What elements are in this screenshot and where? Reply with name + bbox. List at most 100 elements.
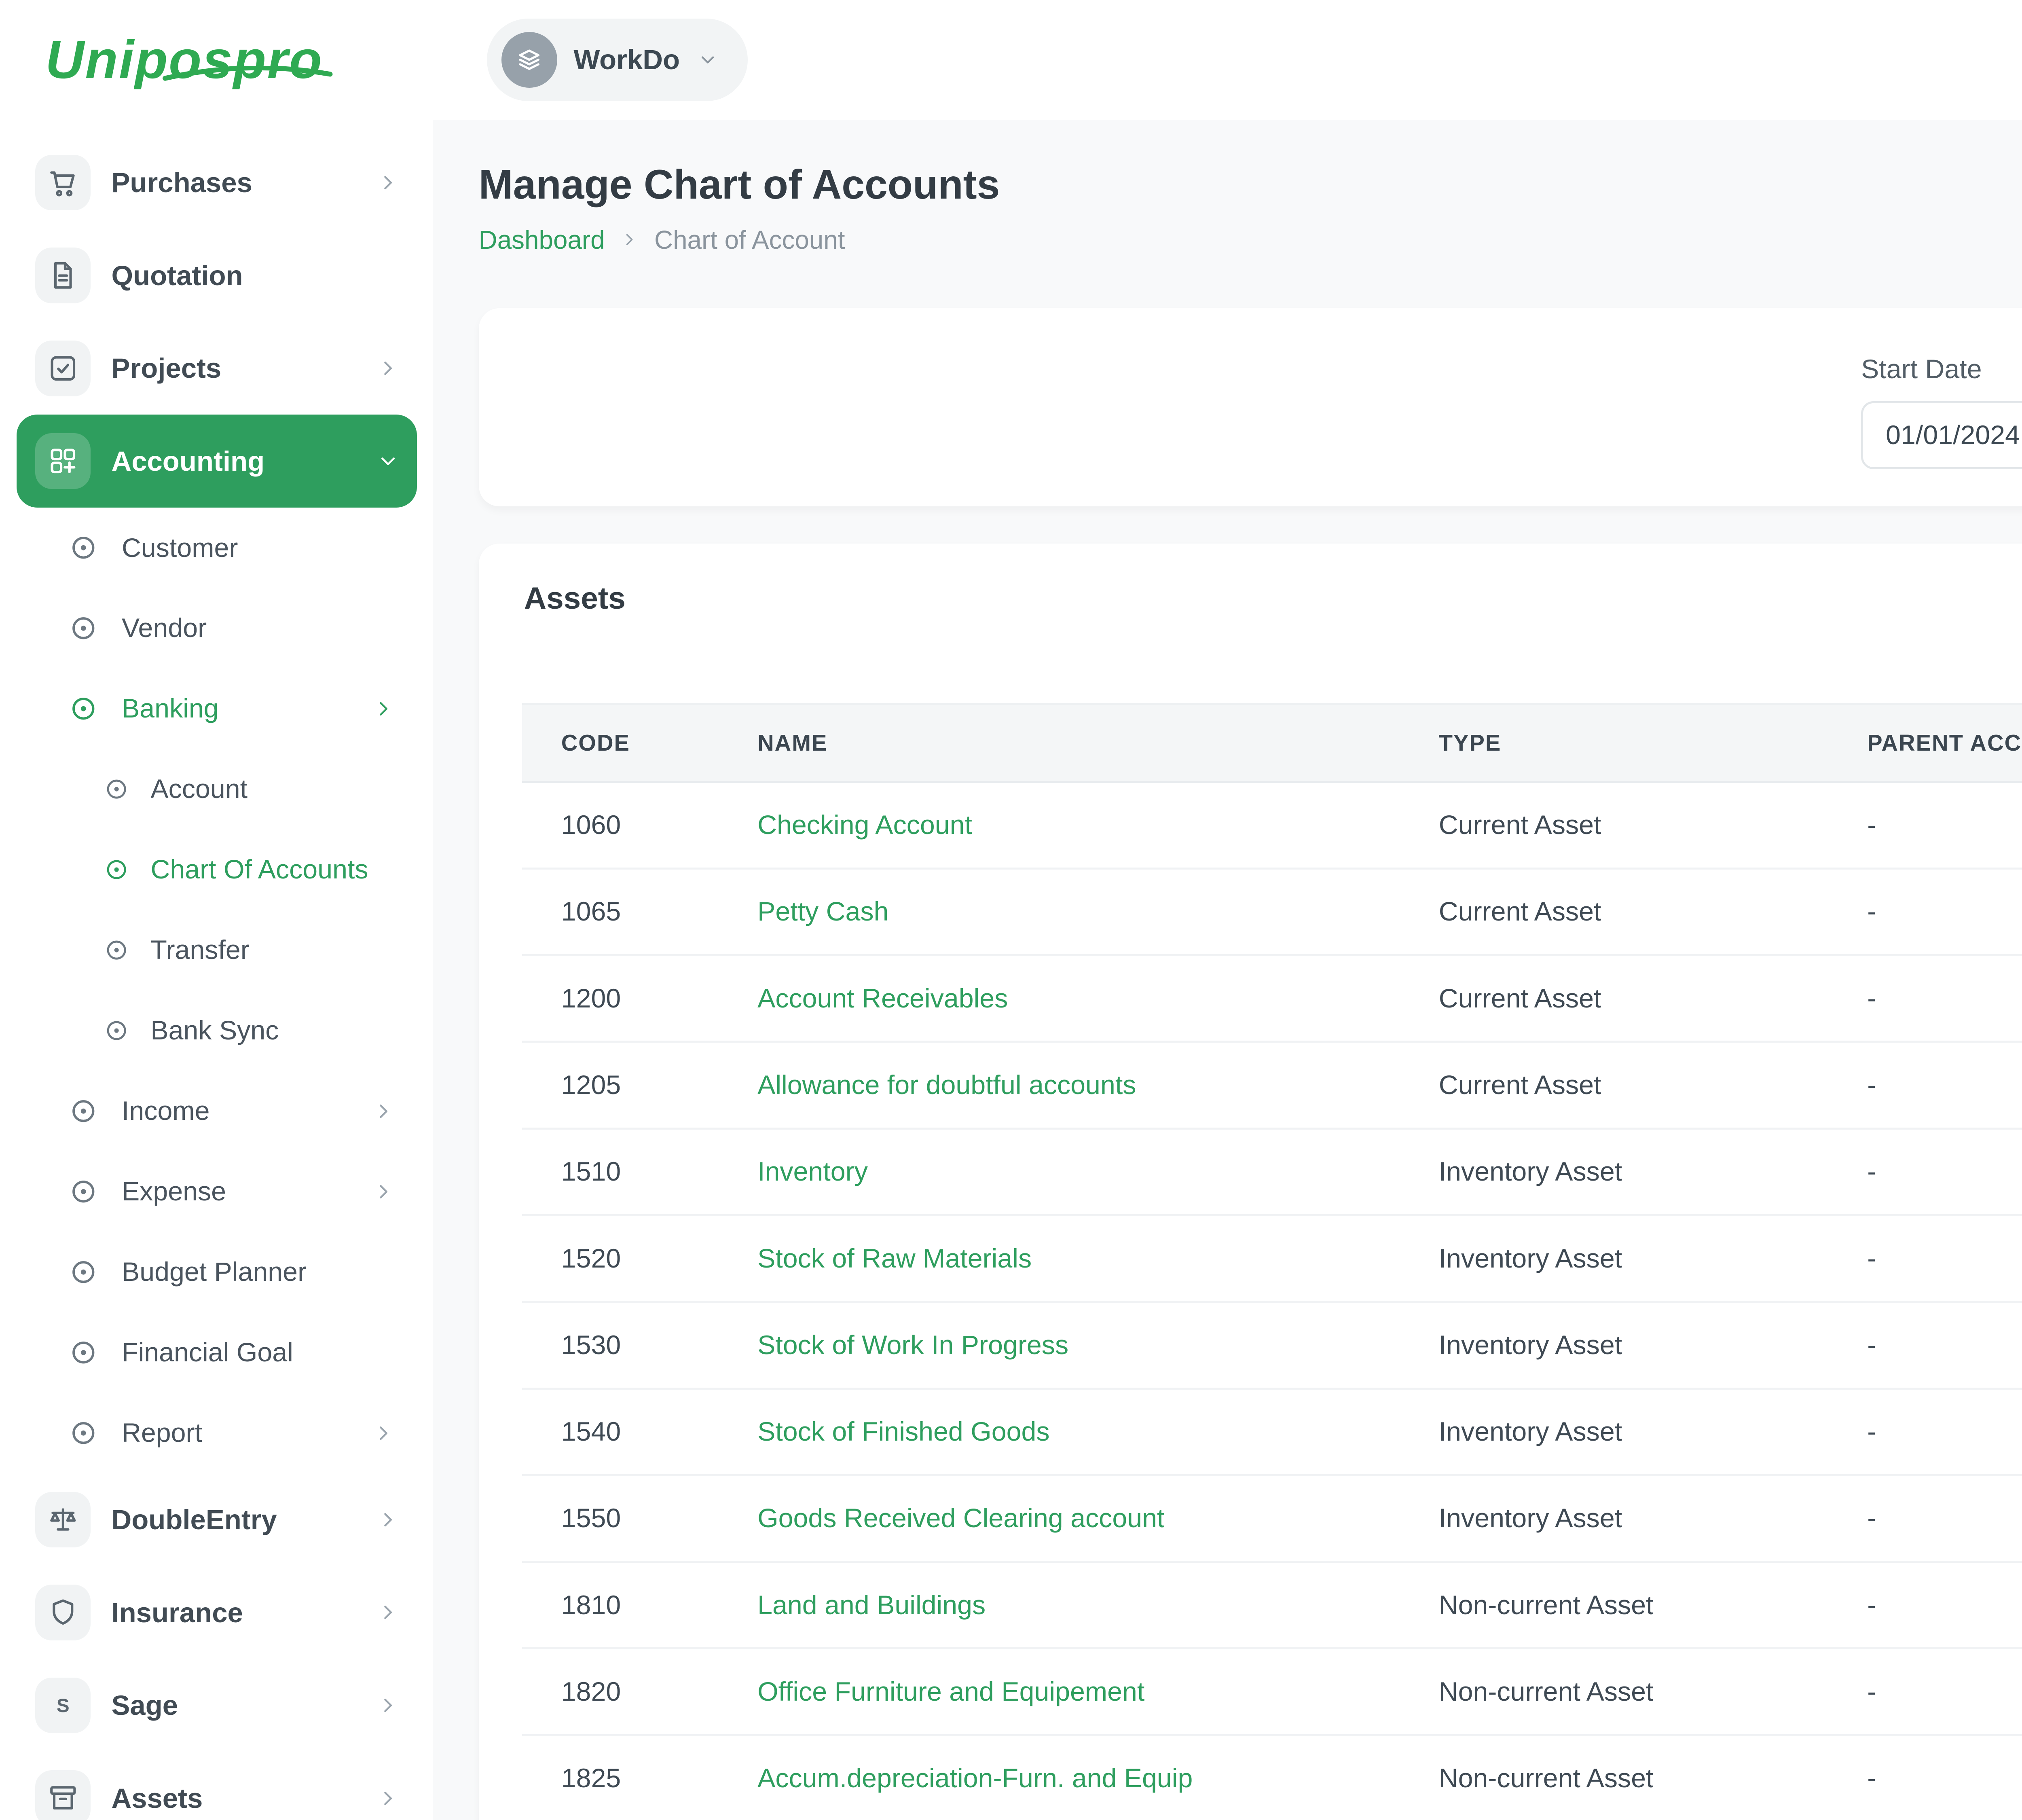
sidebar-item-customer[interactable]: Customer	[0, 508, 433, 588]
cell-parent-account: -	[1828, 1302, 2022, 1388]
sidebar-item-label: DoubleEntry	[111, 1504, 277, 1536]
circle-dot-icon	[68, 1096, 99, 1127]
sidebar-item-projects[interactable]: Projects	[17, 322, 417, 415]
sidebar-item-insurance[interactable]: Insurance	[17, 1566, 417, 1659]
cell-type: Inventory Asset	[1400, 1302, 1828, 1388]
cell-parent-account: -	[1828, 1735, 2022, 1820]
chevron-right-icon	[371, 1099, 396, 1124]
sidebar-item-accounting[interactable]: Accounting	[17, 415, 417, 508]
cell-code: 1550	[522, 1475, 718, 1562]
sidebar-item-banking[interactable]: Banking	[0, 669, 433, 749]
chevron-right-icon	[619, 229, 640, 250]
sidebar-item-doubleentry[interactable]: DoubleEntry	[17, 1473, 417, 1566]
start-date-input[interactable]	[1861, 401, 2022, 469]
circle-dot-icon	[68, 1337, 99, 1368]
chevron-right-icon	[376, 1786, 400, 1811]
cell-type: Current Asset	[1400, 782, 1828, 868]
main-content: Manage Chart of Accounts Dashboard Chart…	[433, 120, 2022, 1820]
account-name-link[interactable]: Inventory	[757, 1157, 868, 1187]
column-header-parent-account-name: PARENT ACCOUNT NAME	[1828, 704, 2022, 782]
sidebar-item-sage[interactable]: S Sage	[17, 1659, 417, 1752]
cell-type: Non-current Asset	[1400, 1562, 1828, 1649]
sidebar-item-financial-goal[interactable]: Financial Goal	[0, 1312, 433, 1393]
sidebar-item-label: Banking	[122, 693, 219, 724]
cell-parent-account: -	[1828, 955, 2022, 1042]
table-row: 1825Accum.depreciation-Furn. and EquipNo…	[522, 1735, 2022, 1820]
table-row: 1510InventoryInventory Asset--Enabled	[522, 1128, 2022, 1215]
account-name-link[interactable]: Land and Buildings	[757, 1590, 986, 1620]
sidebar-item-label: Accounting	[111, 445, 264, 477]
chevron-right-icon	[371, 1179, 396, 1204]
sidebar-item-quotation[interactable]: Quotation	[17, 229, 417, 322]
table-row: 1550 Goods Received Clearing account Inven…	[522, 1475, 2022, 1562]
table-row: 1205Allowance for doubtful accountsCurre…	[522, 1042, 2022, 1128]
cell-parent-account: -	[1828, 1388, 2022, 1475]
account-name-link[interactable]: Allowance for doubtful accounts	[757, 1070, 1136, 1100]
logo[interactable]: Unipospro	[0, 29, 433, 91]
cell-type: Inventory Asset	[1400, 1128, 1828, 1215]
circle-dot-icon	[103, 1017, 130, 1044]
archive-icon	[35, 1770, 91, 1820]
chevron-right-icon	[371, 696, 396, 721]
account-name-link[interactable]: Account Receivables	[757, 984, 1008, 1014]
cell-parent-account: -	[1828, 782, 2022, 868]
table-row: 1065Petty CashCurrent Asset--Enabled	[522, 868, 2022, 955]
sidebar-item-income[interactable]: Income	[0, 1071, 433, 1151]
sidebar-item-bank-sync[interactable]: Bank Sync	[0, 990, 433, 1071]
sidebar-item-assets[interactable]: Assets	[17, 1752, 417, 1820]
account-name-link[interactable]: Accum.depreciation-Furn. and Equip	[757, 1763, 1193, 1793]
cell-type: Current Asset	[1400, 955, 1828, 1042]
cell-parent-account: -	[1828, 1215, 2022, 1302]
account-name-link[interactable]: Checking Account	[757, 810, 972, 840]
account-name-link[interactable]: Office Furniture and Equipement	[757, 1677, 1144, 1707]
chevron-right-icon	[376, 170, 400, 195]
circle-dot-icon	[68, 532, 99, 563]
sidebar-item-purchases[interactable]: Purchases	[17, 136, 417, 229]
cell-parent-account: -	[1828, 1042, 2022, 1128]
sidebar-item-chart-of-accounts[interactable]: Chart Of Accounts	[0, 830, 433, 910]
cell-code: 1810	[522, 1562, 718, 1649]
cell-type: Current Asset	[1400, 868, 1828, 955]
sidebar-item-label: Chart Of Accounts	[150, 854, 368, 885]
cart-icon	[35, 155, 91, 211]
cell-code: 1065	[522, 868, 718, 955]
sidebar-item-expense[interactable]: Expense	[0, 1151, 433, 1232]
sidebar-item-label: Insurance	[111, 1597, 243, 1629]
assets-card: Assets CODENAMETYPEPARENT ACCOUNT NAMEBA…	[479, 544, 2022, 1820]
svg-text:S: S	[57, 1695, 70, 1716]
account-name-link[interactable]: Petty Cash	[757, 897, 888, 927]
sidebar-item-budget-planner[interactable]: Budget Planner	[0, 1232, 433, 1312]
circle-dot-icon	[68, 613, 99, 644]
table-row: 1520Stock of Raw MaterialsInventory Asse…	[522, 1215, 2022, 1302]
sidebar-item-label: Financial Goal	[122, 1337, 293, 1368]
account-name-link[interactable]: Stock of Work In Progress	[757, 1330, 1068, 1360]
sidebar-item-transfer[interactable]: Transfer	[0, 910, 433, 990]
chevron-right-icon	[376, 1507, 400, 1532]
table-row: 1200Account ReceivablesCurrent Asset--En…	[522, 955, 2022, 1042]
cell-type: Current Asset	[1400, 1042, 1828, 1128]
sage-icon: S	[35, 1678, 91, 1733]
chevron-down-icon	[376, 449, 400, 474]
accounts-table-body: 1060Checking AccountCurrent Asset--Enabl…	[522, 782, 2022, 1820]
cell-code: 1200	[522, 955, 718, 1042]
account-name-link[interactable]: Stock of Raw Materials	[757, 1244, 1032, 1274]
breadcrumb-dashboard-link[interactable]: Dashboard	[479, 225, 605, 255]
circle-dot-icon	[103, 937, 130, 963]
workspace-switcher[interactable]: WorkDo	[487, 19, 748, 101]
cell-code: 1820	[522, 1649, 718, 1735]
scale-icon	[35, 1492, 91, 1548]
workspace-name: WorkDo	[573, 44, 680, 76]
circle-dot-icon	[68, 1418, 99, 1449]
sidebar-item-label: Income	[122, 1096, 209, 1126]
cell-parent-account: -	[1828, 1649, 2022, 1735]
chevron-right-icon	[376, 1693, 400, 1718]
sidebar-item-account[interactable]: Account	[0, 749, 433, 830]
sidebar: PurchasesQuotationProjects Accounting Cust…	[0, 120, 433, 1820]
sidebar-item-label: Sage	[111, 1689, 178, 1721]
sidebar-item-report[interactable]: Report	[0, 1393, 433, 1473]
account-name-link[interactable]: Goods Received Clearing account	[757, 1503, 1164, 1533]
sidebar-item-label: Expense	[122, 1176, 226, 1207]
cell-type: Inventory Asset	[1400, 1475, 1828, 1562]
sidebar-item-vendor[interactable]: Vendor	[0, 588, 433, 669]
account-name-link[interactable]: Stock of Finished Goods	[757, 1417, 1049, 1447]
